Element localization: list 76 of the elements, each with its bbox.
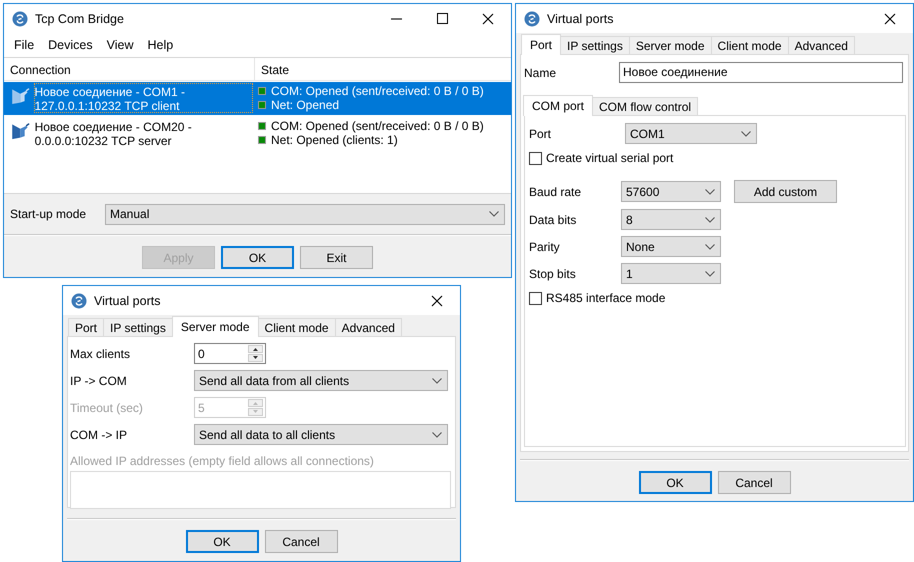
state-text: COM: Opened (sent/received: 0 B / 0 B) [271,119,484,133]
field-label: Port [529,126,552,140]
dropdown[interactable]: Send all data from all clients [194,370,448,391]
maximize-icon [436,13,448,24]
list-row[interactable]: Новое соедиение - COM20 - 0.0.0.0:10232 TCP server COM: Opened (sent/received: 0 B / 0 B) Net: Opened (clients: 1) [4,117,511,150]
tab[interactable]: IP settings [103,318,173,336]
tab[interactable]: Advanced [788,36,855,54]
dropdown[interactable]: COM1 [625,123,757,144]
column-header[interactable]: State [255,58,296,80]
close-icon [884,12,896,24]
tab[interactable]: Port [521,34,562,55]
menu-item[interactable]: Help [140,36,180,54]
chevron-icon [741,130,751,136]
dialog-button[interactable]: Cancel [264,530,338,553]
column-header[interactable]: Connection [4,58,255,80]
dropdown[interactable]: Send all data to all clients [194,424,448,445]
dropdown[interactable]: 1 [621,263,721,284]
dialog-button[interactable]: OK [638,471,712,494]
field-label: Allowed IP addresses (empty field allows all connections) [70,454,375,468]
spin-arrows-icon[interactable] [248,345,263,362]
dialog-button[interactable]: Exit [300,246,373,269]
list-row[interactable]: Новое соедиение - COM1 - 127.0.0.1:10232 TCP client COM: Opened (sent/received: 0 B / 0 B) Net: Opened [4,82,511,115]
minimize-icon [390,18,402,20]
chevron-icon [705,188,715,194]
menu-item[interactable]: File [7,36,42,54]
field-label: Name [524,66,558,80]
tab[interactable]: Advanced [334,318,402,336]
field-label: Start-up mode [10,207,88,221]
connection-name: Новое соедиение - COM1 - 127.0.0.1:10232 TCP client [34,83,253,113]
connection-name: Новое соедиение - COM20 - 0.0.0.0:10232 TCP server [34,119,193,148]
tab[interactable]: Server mode [172,316,259,337]
state-text: Net: Opened (clients: 1) [271,133,398,147]
close-icon [431,294,443,306]
checkbox[interactable] [529,292,542,304]
field-label: COM -> IP [70,428,128,442]
dropdown[interactable]: 8 [621,209,721,230]
state-text: COM: Opened (sent/received: 0 B / 0 B) [271,84,484,98]
chevron-icon [705,216,715,222]
chevron-icon [432,432,442,438]
dropdown[interactable]: 57600 [621,181,721,202]
add-custom-button[interactable]: Add custom [734,180,837,203]
window-title: Tcp Com Bridge [35,12,125,26]
tab[interactable]: IP settings [560,36,630,54]
app-icon [524,10,540,26]
chevron-icon [705,244,715,250]
checkbox-label: Create virtual serial port [546,151,674,165]
field-label: Baud rate [529,184,582,198]
close-icon [482,12,494,24]
window-title: Virtual ports [547,12,614,26]
app-icon [12,10,28,26]
dialog-button[interactable]: Cancel [718,471,790,494]
menu-item[interactable]: View [100,36,140,54]
checkbox-label: RS485 interface mode [546,291,666,305]
field-label: Timeout (sec) [70,400,144,414]
dialog-button[interactable]: OK [186,530,258,553]
field-label: Max clients [70,346,132,360]
tab[interactable]: Port [68,318,104,336]
menu-item[interactable]: Devices [41,36,100,54]
dropdown[interactable]: None [621,236,721,257]
state-text: Net: Opened [271,98,340,112]
window-title: Virtual ports [94,294,162,308]
field-label: IP -> COM [70,374,128,388]
tab[interactable]: COM flow control [592,97,698,115]
chevron-icon [489,211,499,217]
chevron-icon [705,270,715,276]
field-label: Stop bits [529,266,577,280]
name-field[interactable]: Новое соединение [619,62,903,83]
dialog-button[interactable]: OK [221,246,294,269]
spin-field[interactable]: 0 [194,343,266,364]
app-icon [71,292,87,308]
field-label: Parity [529,240,561,254]
chevron-icon [432,378,442,384]
tab[interactable]: COM port [523,95,594,116]
checkbox[interactable] [529,152,542,164]
field-label: Data bits [529,212,578,226]
dropdown[interactable]: Manual [105,204,505,224]
